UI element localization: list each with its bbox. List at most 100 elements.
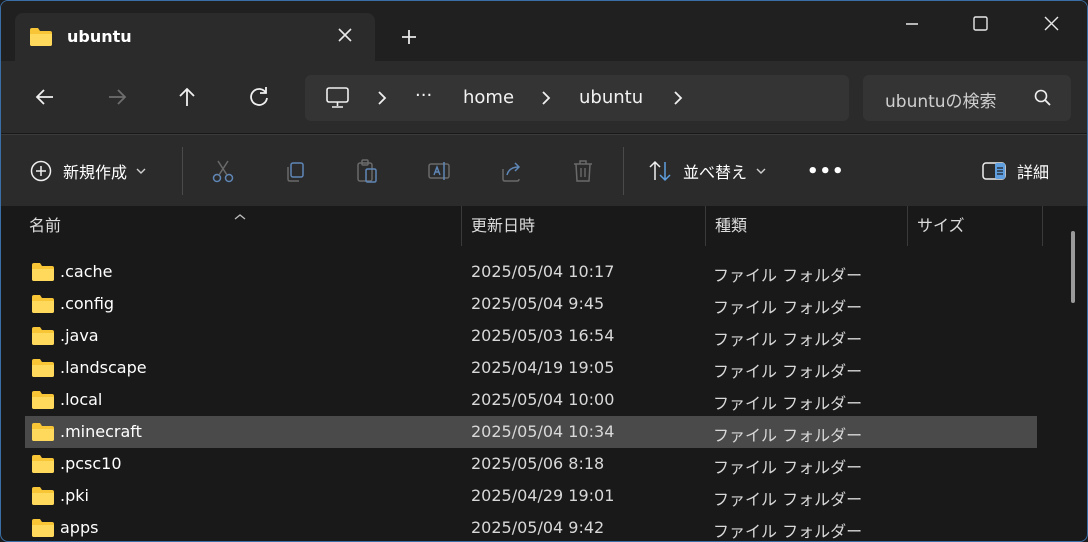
column-modified[interactable]: 更新日時 bbox=[471, 206, 535, 246]
file-name: apps bbox=[60, 518, 99, 537]
share-icon[interactable] bbox=[497, 157, 525, 185]
file-row[interactable]: .local 2025/05/04 10:00 ファイル フォルダー bbox=[25, 384, 1037, 416]
file-type: ファイル フォルダー bbox=[713, 362, 863, 381]
file-row[interactable]: .pcsc10 2025/05/06 8:18 ファイル フォルダー bbox=[25, 448, 1037, 480]
file-row[interactable]: .cache 2025/05/04 10:17 ファイル フォルダー bbox=[25, 256, 1037, 288]
file-modified: 2025/05/04 10:00 bbox=[471, 390, 615, 409]
file-type: ファイル フォルダー bbox=[713, 522, 863, 541]
toolbar-divider bbox=[182, 147, 183, 195]
breadcrumb-ellipsis[interactable]: ··· bbox=[415, 85, 432, 106]
rename-icon[interactable] bbox=[425, 157, 453, 185]
file-row[interactable]: .config 2025/05/04 9:45 ファイル フォルダー bbox=[25, 288, 1037, 320]
new-tab-icon[interactable] bbox=[397, 25, 421, 49]
address-bar[interactable]: ··· home ubuntu bbox=[305, 75, 849, 121]
file-type: ファイル フォルダー bbox=[713, 490, 863, 509]
file-name: .minecraft bbox=[60, 422, 142, 441]
more-options-label: ••• bbox=[807, 160, 845, 182]
sort-button-label: 並べ替え bbox=[683, 163, 748, 182]
new-button[interactable]: 新規作成 bbox=[29, 157, 149, 185]
folder-icon bbox=[31, 390, 55, 414]
refresh-icon[interactable] bbox=[245, 83, 273, 111]
chevron-down-icon bbox=[136, 168, 146, 174]
folder-icon bbox=[31, 422, 55, 446]
folder-icon bbox=[31, 294, 55, 318]
file-type: ファイル フォルダー bbox=[713, 266, 863, 285]
back-arrow-icon[interactable] bbox=[31, 83, 59, 111]
file-type: ファイル フォルダー bbox=[713, 330, 863, 349]
details-pane-button[interactable]: 詳細 bbox=[981, 157, 1049, 185]
close-window-icon[interactable] bbox=[1029, 9, 1075, 39]
search-box[interactable]: ubuntuの検索 bbox=[863, 75, 1071, 121]
breadcrumb-ubuntu[interactable]: ubuntu bbox=[579, 87, 643, 108]
file-modified: 2025/04/29 19:01 bbox=[471, 486, 615, 505]
breadcrumb-home[interactable]: home bbox=[463, 87, 514, 108]
column-divider[interactable] bbox=[705, 206, 706, 246]
delete-icon[interactable] bbox=[569, 157, 597, 185]
search-icon[interactable] bbox=[1033, 88, 1053, 112]
sort-arrows-icon bbox=[649, 160, 671, 182]
column-divider[interactable] bbox=[461, 206, 462, 246]
chevron-right-icon[interactable] bbox=[375, 89, 389, 111]
file-modified: 2025/05/04 10:34 bbox=[471, 422, 615, 441]
folder-icon bbox=[29, 27, 53, 51]
file-modified: 2025/05/04 10:17 bbox=[471, 262, 615, 281]
sort-indicator-icon bbox=[233, 206, 247, 225]
file-row[interactable]: apps 2025/05/04 9:42 ファイル フォルダー bbox=[25, 512, 1037, 541]
folder-icon bbox=[31, 454, 55, 478]
file-name: .local bbox=[60, 390, 103, 409]
file-modified: 2025/05/06 8:18 bbox=[471, 454, 605, 473]
file-name: .landscape bbox=[60, 358, 147, 377]
folder-icon bbox=[31, 518, 55, 541]
file-modified: 2025/04/19 19:05 bbox=[471, 358, 615, 377]
sort-button[interactable]: 並べ替え bbox=[647, 157, 769, 185]
chevron-down-icon bbox=[756, 168, 766, 174]
file-modified: 2025/05/03 16:54 bbox=[471, 326, 615, 345]
navigation-bar: ··· home ubuntu ubuntuの検索 bbox=[1, 61, 1087, 133]
column-header-bar: 名前 更新日時 種類 サイズ bbox=[1, 206, 1087, 246]
column-divider[interactable] bbox=[907, 206, 908, 246]
copy-icon[interactable] bbox=[281, 157, 309, 185]
vertical-scrollbar[interactable] bbox=[1071, 231, 1075, 303]
folder-icon bbox=[31, 326, 55, 350]
file-name: .pki bbox=[60, 486, 89, 505]
column-name[interactable]: 名前 bbox=[29, 206, 61, 246]
paste-icon[interactable] bbox=[353, 157, 381, 185]
search-input[interactable]: ubuntuの検索 bbox=[885, 87, 1015, 112]
close-tab-icon[interactable] bbox=[333, 23, 357, 47]
toolbar-divider bbox=[623, 147, 624, 195]
more-options-button[interactable]: ••• bbox=[807, 157, 845, 185]
file-modified: 2025/05/04 9:42 bbox=[471, 518, 605, 537]
details-pane-icon bbox=[982, 162, 1006, 180]
file-name: .java bbox=[60, 326, 99, 345]
tab-title: ubuntu bbox=[67, 27, 132, 46]
file-type: ファイル フォルダー bbox=[713, 458, 863, 477]
tab-ubuntu[interactable]: ubuntu bbox=[15, 13, 375, 61]
file-row[interactable]: .landscape 2025/04/19 19:05 ファイル フォルダー bbox=[25, 352, 1037, 384]
up-arrow-icon[interactable] bbox=[173, 83, 201, 111]
file-row[interactable]: .java 2025/05/03 16:54 ファイル フォルダー bbox=[25, 320, 1037, 352]
file-row[interactable]: .minecraft 2025/05/04 10:34 ファイル フォルダー bbox=[25, 416, 1037, 448]
file-row[interactable]: .pki 2025/04/29 19:01 ファイル フォルダー bbox=[25, 480, 1037, 512]
file-name: .config bbox=[60, 294, 115, 313]
file-type: ファイル フォルダー bbox=[713, 298, 863, 317]
new-button-label: 新規作成 bbox=[63, 163, 128, 182]
maximize-icon[interactable] bbox=[957, 9, 1003, 39]
file-type: ファイル フォルダー bbox=[713, 394, 863, 413]
column-type[interactable]: 種類 bbox=[715, 206, 747, 246]
file-name: .pcsc10 bbox=[60, 454, 122, 473]
file-modified: 2025/05/04 9:45 bbox=[471, 294, 605, 313]
folder-icon bbox=[31, 262, 55, 286]
folder-icon bbox=[31, 486, 55, 510]
details-pane-label: 詳細 bbox=[1017, 163, 1050, 182]
chevron-right-icon[interactable] bbox=[539, 89, 553, 111]
cut-icon[interactable] bbox=[209, 157, 237, 185]
column-divider[interactable] bbox=[1042, 206, 1043, 246]
this-pc-icon[interactable] bbox=[325, 86, 351, 114]
minimize-icon[interactable] bbox=[889, 9, 935, 39]
column-size[interactable]: サイズ bbox=[917, 206, 965, 246]
chevron-right-icon[interactable] bbox=[671, 89, 685, 111]
file-explorer-window: ubuntu ··· home ubuntu ubuntuの検索 新規作成 並べ… bbox=[0, 0, 1088, 542]
file-name: .cache bbox=[60, 262, 113, 281]
forward-arrow-icon[interactable] bbox=[103, 83, 131, 111]
plus-circle-icon bbox=[30, 160, 52, 182]
